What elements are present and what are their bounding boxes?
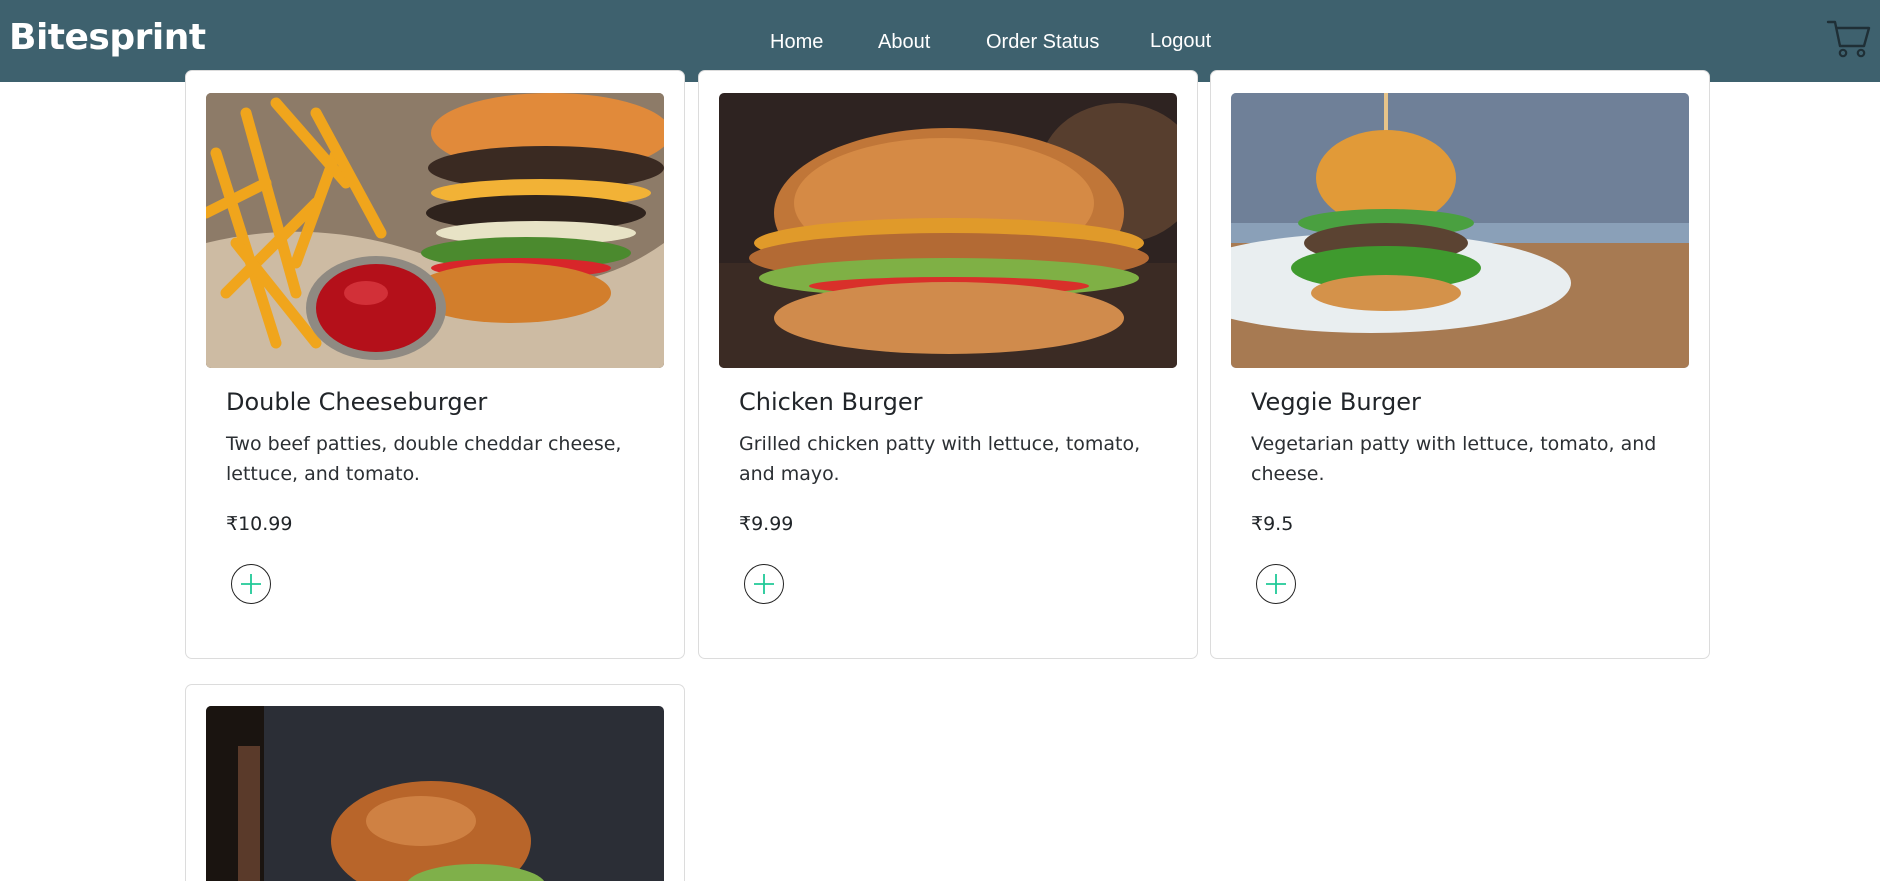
item-name: Chicken Burger bbox=[739, 388, 923, 416]
plus-icon bbox=[241, 574, 261, 594]
chicken-burger-image bbox=[719, 93, 1177, 368]
burger-on-dark-background-image bbox=[206, 706, 664, 881]
nav-link-logout[interactable]: Logout bbox=[1150, 30, 1211, 53]
menu-card: Chicken Burger Grilled chicken patty wit… bbox=[698, 70, 1198, 659]
item-description: Vegetarian patty with lettuce, tomato, a… bbox=[1251, 433, 1657, 485]
item-price: ₹10.99 bbox=[226, 513, 293, 535]
plus-icon bbox=[1266, 574, 1286, 594]
item-name: Veggie Burger bbox=[1251, 388, 1421, 416]
brand-logo[interactable]: Bitesprint bbox=[9, 17, 206, 58]
item-description: Two beef patties, double cheddar cheese,… bbox=[226, 433, 622, 485]
veggie-burger-image bbox=[1231, 93, 1689, 368]
add-to-cart-button[interactable] bbox=[1256, 564, 1296, 604]
item-name: Double Cheeseburger bbox=[226, 388, 488, 416]
nav-link-home[interactable]: Home bbox=[770, 31, 823, 54]
add-to-cart-button[interactable] bbox=[744, 564, 784, 604]
nav-link-order-status[interactable]: Order Status bbox=[986, 31, 1099, 54]
menu-card: Veggie Burger Vegetarian patty with lett… bbox=[1210, 70, 1710, 659]
item-price: ₹9.99 bbox=[739, 513, 794, 535]
cart-icon[interactable] bbox=[1826, 18, 1872, 60]
menu-card: Double Cheeseburger Two beef patties, do… bbox=[185, 70, 685, 659]
menu-card bbox=[185, 684, 685, 881]
item-price: ₹9.5 bbox=[1251, 513, 1294, 535]
plus-icon bbox=[754, 574, 774, 594]
add-to-cart-button[interactable] bbox=[231, 564, 271, 604]
nav-link-about[interactable]: About bbox=[878, 31, 930, 54]
item-description: Grilled chicken patty with lettuce, toma… bbox=[739, 433, 1141, 485]
double-cheeseburger-with-fries-image bbox=[206, 93, 664, 368]
